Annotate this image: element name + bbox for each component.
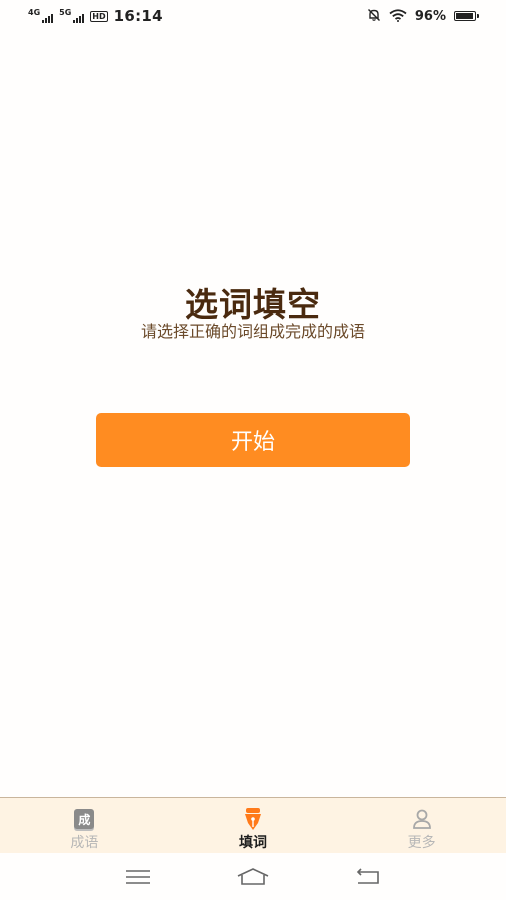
person-icon: [410, 807, 434, 831]
bottom-tab-bar: 成 成语 填词 更多: [0, 797, 506, 853]
network-label-5g: 5G: [59, 8, 72, 17]
signal-bars-icon: [73, 13, 85, 23]
back-icon: [357, 867, 380, 884]
system-nav-bar: [0, 853, 506, 900]
status-left: 4G 5G HD 16:14: [28, 7, 163, 25]
idiom-book-icon: 成: [72, 807, 96, 831]
clock: 16:14: [113, 7, 163, 25]
signal-5g: 5G: [59, 8, 85, 23]
tab-more[interactable]: 更多: [337, 798, 506, 853]
battery-percentage: 96%: [414, 8, 446, 24]
status-bar: 4G 5G HD 16:14 96%: [0, 0, 506, 32]
page-subtitle: 请选择正确的词组成完成的成语: [140, 322, 365, 341]
tab-fill-word[interactable]: 填词: [169, 798, 338, 853]
screen: 4G 5G HD 16:14 96% 选词填空 请选择正确的词组成完成的成语 开…: [0, 0, 506, 900]
mute-icon: [367, 7, 381, 26]
start-button[interactable]: 开始: [96, 413, 410, 467]
network-label-4g: 4G: [28, 8, 41, 17]
signal-bars-icon: [42, 13, 54, 23]
tab-label-more: 更多: [407, 835, 436, 851]
menu-icon: [125, 869, 150, 884]
tab-label-idiom: 成语: [70, 835, 99, 851]
back-button[interactable]: [348, 862, 388, 892]
menu-button[interactable]: [118, 862, 158, 892]
tab-label-fill-word: 填词: [239, 835, 267, 851]
battery-icon: [454, 11, 479, 21]
tab-idiom[interactable]: 成 成语: [0, 798, 169, 853]
home-icon: [237, 867, 269, 885]
status-right: 96%: [367, 7, 479, 26]
fountain-pen-icon: [241, 807, 265, 831]
home-button[interactable]: [233, 862, 273, 892]
wifi-icon: [389, 7, 407, 26]
hd-icon: HD: [90, 10, 108, 22]
signal-4g: 4G: [28, 8, 54, 23]
